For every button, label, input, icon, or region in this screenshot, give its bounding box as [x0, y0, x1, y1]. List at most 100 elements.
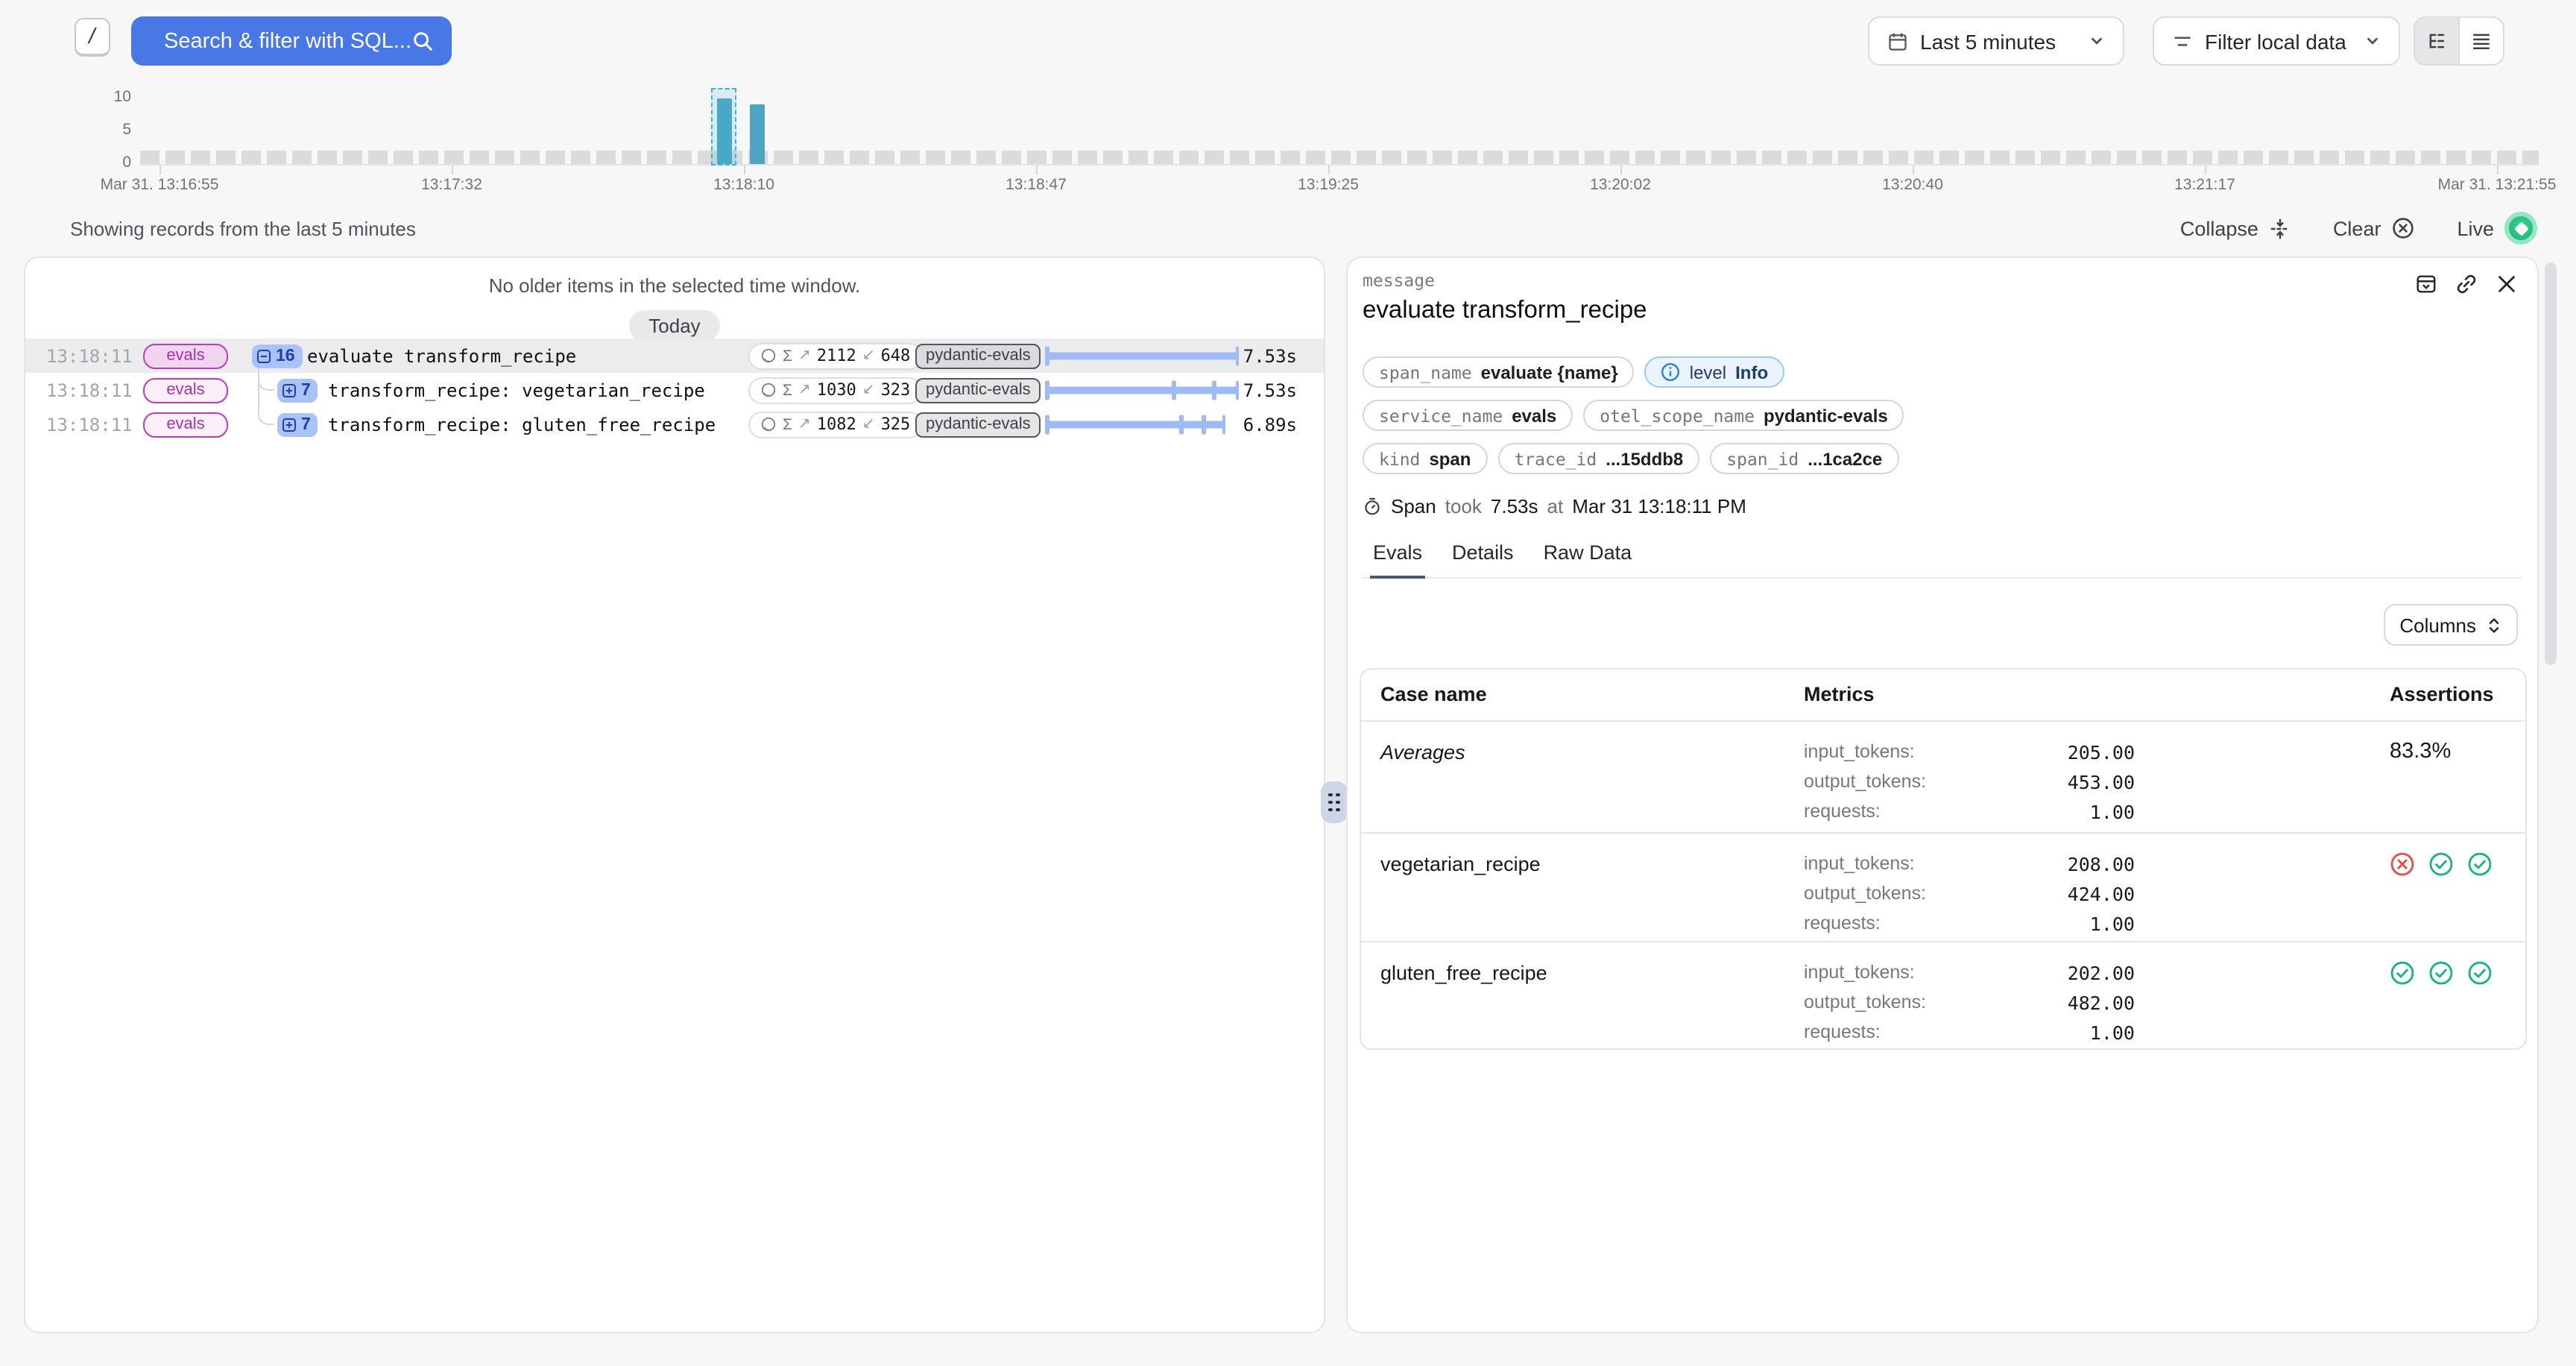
scope-badge[interactable]: pydantic-evals [915, 343, 1041, 368]
date-chip: Today [629, 310, 719, 342]
scope-badge[interactable]: pydantic-evals [915, 377, 1041, 403]
histogram-bar[interactable] [750, 104, 765, 164]
x-axis-label: Mar 31. 13:21:55 [2438, 176, 2557, 194]
attribute-value: pydantic-evals [1764, 405, 1888, 426]
timing-took-word: took [1445, 495, 1482, 517]
no-older-items-text: No older items in the selected time wind… [25, 274, 1324, 297]
trace-row-gluten-free-recipe[interactable]: 13:18:11 evals 7 transform_recipe: glute… [25, 407, 1324, 441]
assertion-pass-icon [2467, 852, 2493, 877]
attribute-pill-kind[interactable]: kind span [1363, 443, 1487, 474]
attribute-value: Info [1735, 362, 1768, 383]
metric-value: 424.00 [2068, 882, 2135, 904]
dock-panel-icon[interactable] [2415, 273, 2437, 295]
assertions-percentage: 83.3% [2390, 740, 2451, 764]
x-axis-tick-mark [2497, 166, 2498, 174]
output-tokens: 648 [881, 346, 911, 365]
metric-label: output_tokens: [1804, 883, 1926, 904]
scope-badge[interactable]: pydantic-evals [915, 412, 1041, 437]
trace-row-evaluate-transform-recipe[interactable]: 13:18:11 evals 16 evaluate transform_rec… [25, 339, 1324, 373]
tab-evals[interactable]: Evals [1370, 541, 1425, 579]
input-tokens: 2112 [817, 346, 856, 365]
metric-label: requests: [1804, 801, 1881, 822]
search-button[interactable]: Search & filter with SQL... [131, 16, 452, 66]
metric-value: 1.00 [2090, 1021, 2135, 1043]
output-tokens-arrow-icon: ↙ [862, 347, 875, 364]
stopwatch-icon [1363, 497, 1382, 516]
expand-children-badge[interactable]: 7 [277, 378, 318, 402]
x-axis-label: 13:19:25 [1298, 176, 1359, 194]
attribute-pill-level[interactable]: level Info [1645, 356, 1784, 388]
collapse-button[interactable]: Collapse [2180, 217, 2291, 239]
info-icon [1661, 362, 1681, 382]
minus-square-icon [256, 348, 271, 363]
metric-label: input_tokens: [1804, 962, 1915, 983]
row-timestamp: 13:18:11 [46, 380, 133, 400]
output-tokens: 323 [881, 380, 911, 400]
trace-rows: 13:18:11 evals 16 evaluate transform_rec… [25, 339, 1324, 441]
sum-icon: Σ [783, 381, 792, 399]
app-root: / Search & filter with SQL... Last 5 min… [0, 0, 2576, 1366]
trace-row-vegetarian-recipe[interactable]: 13:18:11 evals 7 transform_recipe: veget… [25, 373, 1324, 407]
attribute-key: trace_id [1514, 448, 1597, 469]
service-badge[interactable]: evals [143, 343, 228, 368]
calendar-icon [1887, 31, 1908, 51]
scrollbar-thumb[interactable] [2545, 262, 2557, 665]
metric-value: 1.00 [2090, 912, 2135, 934]
close-panel-icon[interactable] [2496, 273, 2518, 295]
live-toggle[interactable]: Live [2457, 212, 2537, 245]
evals-table: Case name Metrics Assertions Averages in… [1360, 668, 2527, 1050]
trace-list-panel: No older items in the selected time wind… [24, 256, 1325, 1333]
chevron-down-icon [2364, 33, 2381, 49]
plus-square-icon [282, 417, 297, 432]
collapse-children-badge[interactable]: 16 [252, 344, 303, 368]
child-count: 7 [301, 415, 311, 433]
token-usage-badge: Σ ↗ 1082 ↙ 325 [748, 411, 922, 438]
x-axis-label: 13:18:47 [1006, 176, 1067, 194]
plus-square-icon [282, 383, 297, 397]
child-count: 16 [276, 347, 295, 365]
sum-icon: Σ [783, 347, 792, 365]
metric-value: 208.00 [2068, 852, 2135, 875]
selected-bucket-outline[interactable] [711, 88, 736, 166]
attribute-pill-span-id[interactable]: span_id ...1ca2ce [1710, 443, 1898, 474]
attribute-pill-trace-id[interactable]: trace_id ...15ddb8 [1497, 443, 1699, 474]
service-badge[interactable]: evals [143, 412, 228, 437]
metric-value: 205.00 [2068, 740, 2135, 763]
list-view-button[interactable] [2458, 18, 2503, 64]
columns-button[interactable]: Columns [2383, 604, 2518, 646]
search-placeholder: Search & filter with SQL... [164, 29, 411, 53]
header-case-name: Case name [1380, 683, 1487, 705]
panel-resize-handle[interactable] [1321, 781, 1348, 823]
coin-icon [760, 382, 777, 398]
table-row-vegetarian-recipe: vegetarian_recipe input_tokens:208.00 ou… [1361, 834, 2525, 942]
attribute-pill-service-name[interactable]: service_name evals [1363, 400, 1573, 431]
tab-details[interactable]: Details [1449, 541, 1517, 579]
attribute-pill-otel-scope[interactable]: otel_scope_name pydantic-evals [1583, 400, 1904, 431]
span-detail-panel: message evaluate transform_recipe span_n… [1346, 256, 2539, 1333]
tab-raw-data[interactable]: Raw Data [1541, 541, 1635, 579]
span-duration: 7.53s [1243, 345, 1297, 366]
table-row-averages: Averages input_tokens:205.00 output_toke… [1361, 722, 2525, 834]
tree-view-button[interactable] [2415, 18, 2458, 64]
time-range-button[interactable]: Last 5 minutes [1868, 16, 2124, 66]
span-name: transform_recipe: vegetarian_recipe [328, 380, 705, 400]
service-badge[interactable]: evals [143, 377, 228, 403]
clear-button[interactable]: Clear [2333, 216, 2416, 240]
chevron-up-down-icon [2487, 615, 2501, 635]
row-timestamp: 13:18:11 [46, 345, 133, 366]
x-axis-label: 13:21:17 [2174, 176, 2235, 194]
token-usage-badge: Σ ↗ 1030 ↙ 323 [748, 377, 922, 403]
tree-view-icon [2427, 31, 2446, 51]
expand-children-badge[interactable]: 7 [277, 412, 318, 436]
copy-link-icon[interactable] [2455, 273, 2478, 295]
x-axis-label: 13:20:40 [1882, 176, 1943, 194]
metric-label: requests: [1804, 1022, 1881, 1042]
evals-table-header: Case name Metrics Assertions [1361, 670, 2525, 722]
attribute-pill-span-name[interactable]: span_name evaluate {name} [1363, 356, 1635, 388]
filter-local-data-button[interactable]: Filter local data [2153, 16, 2400, 66]
x-axis-tick-mark [1913, 166, 1914, 174]
timeline-tick [1179, 415, 1183, 434]
message-field-label: message [1363, 270, 1435, 291]
timeline-tick [1172, 380, 1175, 400]
metrics-cell: input_tokens:202.00 output_tokens:482.00… [1804, 957, 2135, 1047]
